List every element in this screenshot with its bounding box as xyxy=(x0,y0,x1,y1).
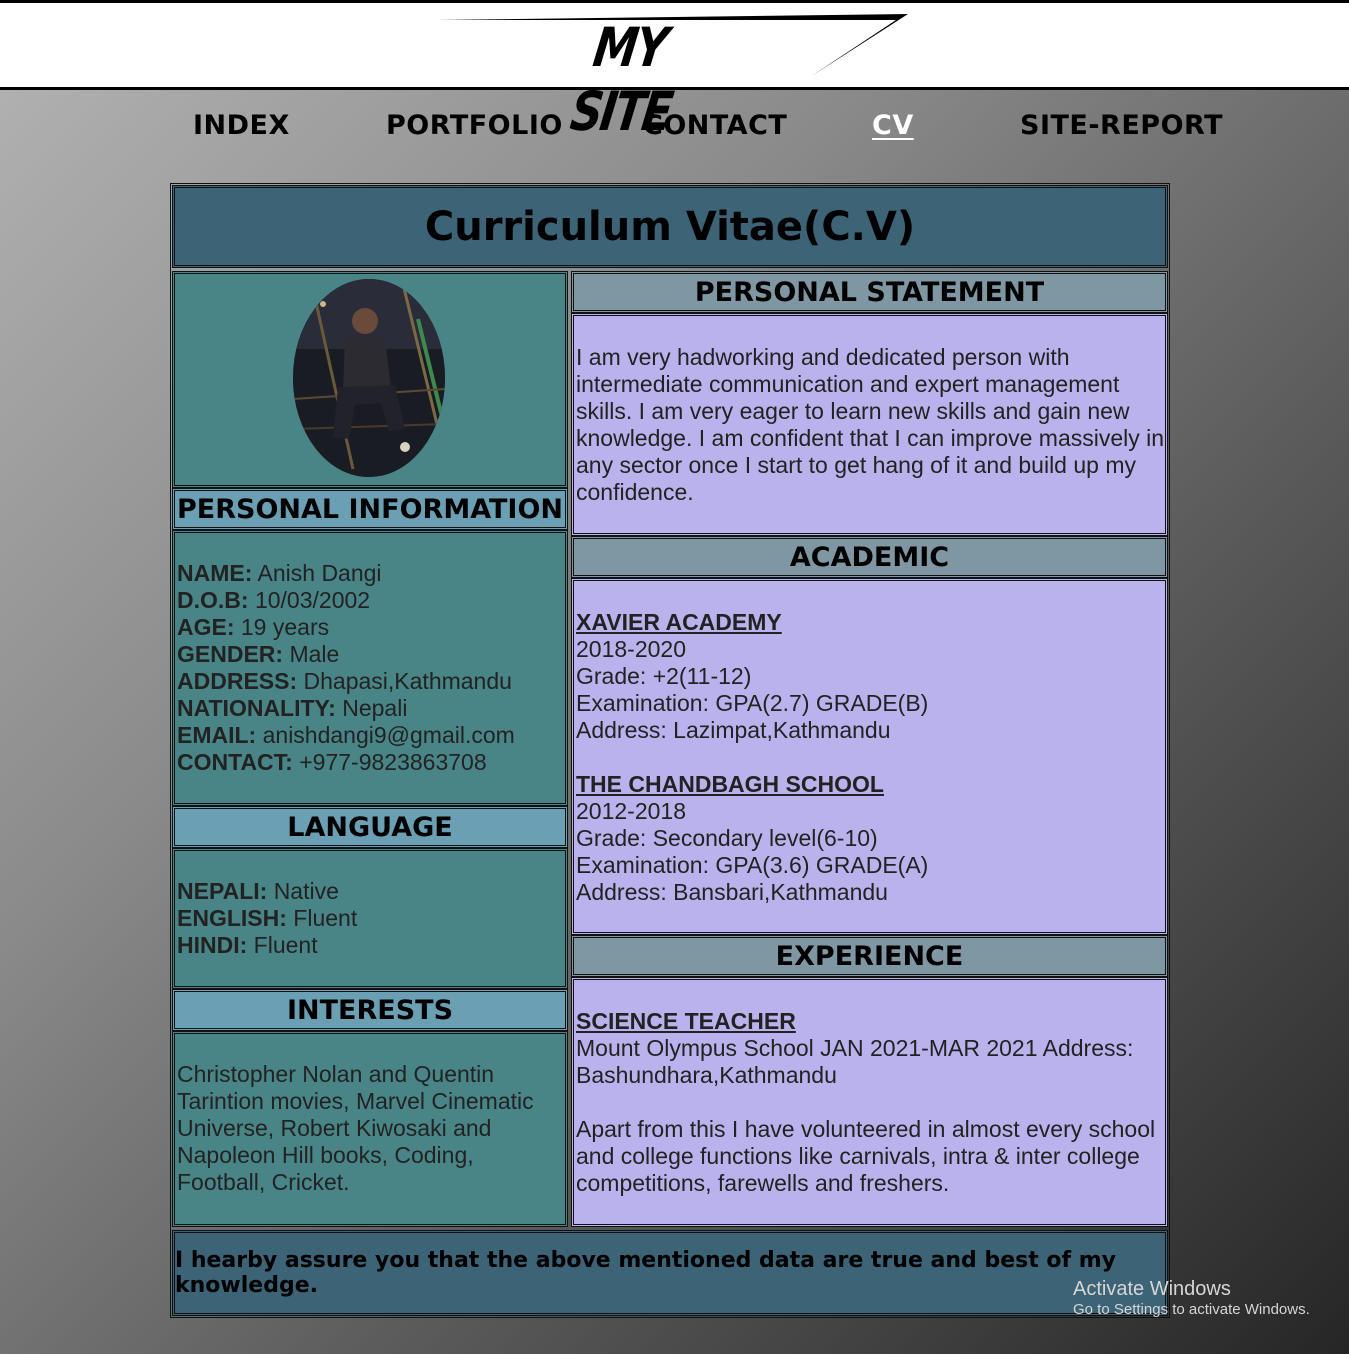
interests-heading: INTERESTS xyxy=(286,994,454,1026)
nav-item-cv[interactable]: CV xyxy=(872,108,914,144)
declaration-bar: I hearby assure you that the above menti… xyxy=(172,1230,1168,1316)
interests-heading-bar: INTERESTS xyxy=(172,989,568,1031)
experience-line: and college functions like carnivals, in… xyxy=(576,1143,1140,1169)
info-row-contact: CONTACT: +977-9823863708 xyxy=(177,749,487,775)
job-line: Bashundhara,Kathmandu xyxy=(576,1062,837,1088)
language-list: NEPALI: Native ENGLISH: Fluent HINDI: Fl… xyxy=(175,878,565,959)
statement-line: any sector once I start to get hang of i… xyxy=(576,452,1136,478)
watermark-subtitle: Go to Settings to activate Windows. xyxy=(1073,1301,1310,1318)
personal-info-heading: PERSONAL INFORMATION xyxy=(176,493,564,525)
profile-photo xyxy=(293,279,445,477)
language-row-nepali: NEPALI: Native xyxy=(177,878,339,904)
site-header: MY SITE xyxy=(0,0,1349,143)
school-years: 2018-2020 xyxy=(576,636,686,662)
school-grade: Grade: Secondary level(6-10) xyxy=(576,825,878,851)
statement-line: confidence. xyxy=(576,479,694,505)
school-exam: Examination: GPA(3.6) GRADE(A) xyxy=(576,852,929,878)
main-nav: INDEX PORTFOLIO CONTACT CV SITE-REPORT xyxy=(0,108,1349,148)
statement-line: skills. I am very eager to learn new ski… xyxy=(576,398,1130,424)
experience-panel: SCIENCE TEACHER Mount Olympus School JAN… xyxy=(571,977,1168,1227)
interests-line: Christopher Nolan and Quentin xyxy=(177,1061,495,1087)
school-grade: Grade: +2(11-12) xyxy=(576,663,752,689)
statement-line: I am very hadworking and dedicated perso… xyxy=(576,344,1070,370)
language-row-hindi: HINDI: Fluent xyxy=(177,932,318,958)
nav-item-index[interactable]: INDEX xyxy=(193,108,290,144)
job-title: SCIENCE TEACHER xyxy=(576,1008,796,1034)
academic-heading: ACADEMIC xyxy=(789,541,950,573)
interests-text: Christopher Nolan and Quentin Tarintion … xyxy=(175,1061,565,1196)
statement-line: intermediate communication and expert ma… xyxy=(576,371,1120,397)
school-exam: Examination: GPA(2.7) GRADE(B) xyxy=(576,690,929,716)
school-address: Address: Bansbari,Kathmandu xyxy=(576,879,888,905)
interests-panel: Christopher Nolan and Quentin Tarintion … xyxy=(172,1031,568,1227)
info-row-age: AGE: 19 years xyxy=(177,614,330,640)
statement-text: I am very hadworking and dedicated perso… xyxy=(574,344,1165,506)
personal-info-list: NAME: Anish Dangi D.O.B: 10/03/2002 AGE:… xyxy=(175,560,565,776)
language-heading: LANGUAGE xyxy=(287,811,453,843)
cv-title-bar: Curriculum Vitae(C.V) xyxy=(172,185,1168,268)
school-name: THE CHANDBAGH SCHOOL xyxy=(576,771,884,797)
interests-line: Football, Cricket. xyxy=(177,1169,350,1195)
language-row-english: ENGLISH: Fluent xyxy=(177,905,358,931)
school-name: XAVIER ACADEMY xyxy=(576,609,782,635)
info-row-email: EMAIL: anishdangi9@gmail.com xyxy=(177,722,515,748)
language-panel: NEPALI: Native ENGLISH: Fluent HINDI: Fl… xyxy=(172,848,568,989)
experience-entry: SCIENCE TEACHER Mount Olympus School JAN… xyxy=(574,1008,1165,1089)
activate-windows-watermark: Activate Windows Go to Settings to activ… xyxy=(1073,1278,1310,1320)
info-row-dob: D.O.B: 10/03/2002 xyxy=(177,587,371,613)
language-heading-bar: LANGUAGE xyxy=(172,806,568,848)
statement-line: knowledge. I am confident that I can imp… xyxy=(576,425,1165,451)
experience-heading-bar: EXPERIENCE xyxy=(571,935,1168,977)
nav-item-contact[interactable]: CONTACT xyxy=(643,108,787,144)
job-line: Mount Olympus School JAN 2021-MAR 2021 A… xyxy=(576,1035,1134,1061)
interests-line: Napoleon Hill books, Coding, xyxy=(177,1142,474,1168)
experience-heading: EXPERIENCE xyxy=(775,940,964,972)
interests-line: Universe, Robert Kiwosaki and xyxy=(177,1115,492,1141)
experience-extra: Apart from this I have volunteered in al… xyxy=(574,1116,1165,1197)
info-row-name: NAME: Anish Dangi xyxy=(177,560,382,586)
declaration-text: I hearby assure you that the above menti… xyxy=(175,1248,1116,1298)
personal-info-panel: NAME: Anish Dangi D.O.B: 10/03/2002 AGE:… xyxy=(172,530,568,806)
nav-item-site-report[interactable]: SITE-REPORT xyxy=(1020,108,1223,144)
academic-entry: THE CHANDBAGH SCHOOL 2012-2018 Grade: Se… xyxy=(574,771,1165,906)
school-address: Address: Lazimpat,Kathmandu xyxy=(576,717,891,743)
school-years: 2012-2018 xyxy=(576,798,686,824)
info-row-address: ADDRESS: Dhapasi,Kathmandu xyxy=(177,668,512,694)
nav-item-portfolio[interactable]: PORTFOLIO xyxy=(386,108,563,144)
watermark-title: Activate Windows xyxy=(1073,1278,1231,1300)
statement-panel: I am very hadworking and dedicated perso… xyxy=(571,313,1168,536)
cv-title: Curriculum Vitae(C.V) xyxy=(424,203,916,250)
academic-entry: XAVIER ACADEMY 2018-2020 Grade: +2(11-12… xyxy=(574,609,1165,744)
statement-heading-bar: PERSONAL STATEMENT xyxy=(571,271,1168,313)
academic-heading-bar: ACADEMIC xyxy=(571,536,1168,578)
experience-line: competitions, farewells and freshers. xyxy=(576,1170,950,1196)
academic-panel: XAVIER ACADEMY 2018-2020 Grade: +2(11-12… xyxy=(571,578,1168,935)
personal-info-heading-bar: PERSONAL INFORMATION xyxy=(172,488,568,530)
info-row-nationality: NATIONALITY: Nepali xyxy=(177,695,408,721)
statement-heading: PERSONAL STATEMENT xyxy=(694,276,1045,308)
info-row-gender: GENDER: Male xyxy=(177,641,340,667)
interests-line: Tarintion movies, Marvel Cinematic xyxy=(177,1088,534,1114)
experience-line: Apart from this I have volunteered in al… xyxy=(576,1116,1156,1142)
